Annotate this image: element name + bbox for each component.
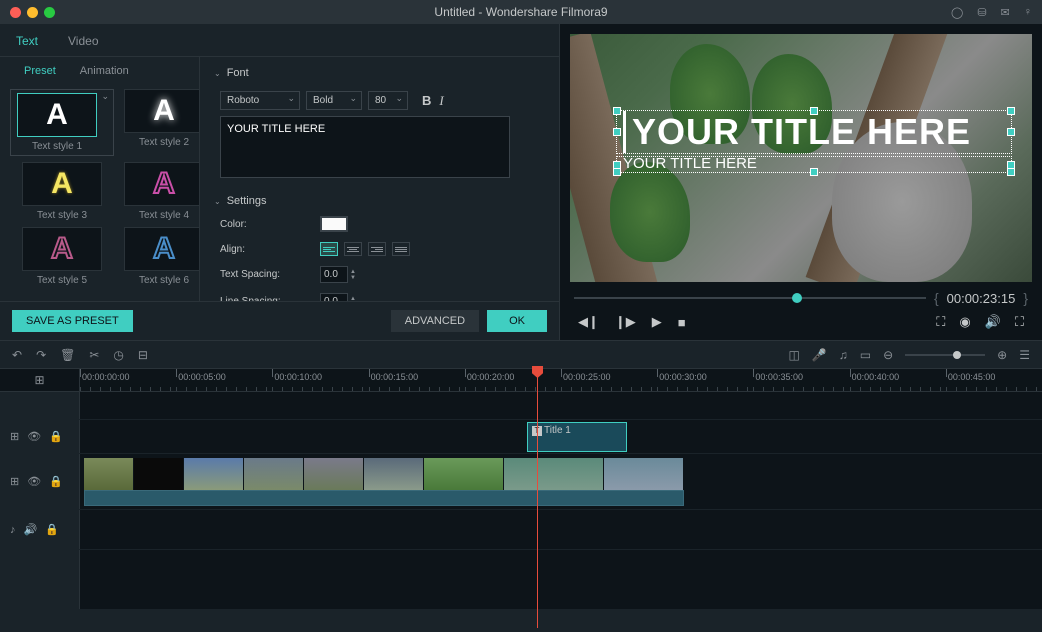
subtab-animation[interactable]: Animation — [80, 65, 129, 77]
speed-button[interactable]: ◷ — [113, 348, 123, 362]
timeline-tracks: ⊞ 👁 🔒 TTitle 1 ⊞ 👁 🔒 ♪ 🔊 🔒 — [0, 392, 1042, 610]
notification-icon[interactable]: ♀ — [1024, 6, 1032, 19]
preset-grid: AText style 1 AText style 2 AText style … — [0, 83, 199, 292]
play-button[interactable]: ▶ — [652, 314, 662, 330]
timeline-toolbar: ↶ ↷ 🗑 ✂ ◷ ⊟ ◫ 🎤 ♫ ▭ ⊖ ⊕ ☰ — [0, 340, 1042, 368]
font-weight-select[interactable]: Bold — [306, 91, 362, 110]
mail-icon[interactable]: ✉ — [1001, 6, 1010, 19]
text-editor-panel: Text Video Preset Animation AText style … — [0, 24, 560, 340]
preview-panel: YOUR TITLE HERE YOUR TITLE HERE { 00:00:… — [560, 24, 1042, 340]
align-right-button[interactable] — [368, 242, 386, 256]
text-spacing-label: Text Spacing: — [220, 269, 310, 280]
line-spacing-label: Line Spacing: — [220, 296, 310, 301]
save-preset-button[interactable]: SAVE AS PRESET — [12, 310, 133, 332]
advanced-button[interactable]: ADVANCED — [391, 310, 479, 332]
mixer-icon[interactable]: ♫ — [839, 348, 848, 362]
font-section-toggle[interactable]: ⌄Font — [214, 63, 545, 83]
maximize-window-icon[interactable] — [44, 7, 55, 18]
track-visibility-icon[interactable]: 👁 — [27, 475, 41, 488]
play-forward-button[interactable]: ❙▶ — [615, 314, 636, 330]
zoom-slider[interactable] — [905, 354, 985, 356]
redo-button[interactable]: ↷ — [36, 348, 46, 362]
align-left-button[interactable] — [320, 242, 338, 256]
subtab-preset[interactable]: Preset — [24, 65, 56, 77]
undo-button[interactable]: ↶ — [12, 348, 22, 362]
chevron-down-icon: ⌄ — [214, 69, 221, 78]
render-icon[interactable]: ▭ — [860, 348, 871, 362]
track-lock-icon[interactable]: 🔒 — [49, 430, 63, 443]
title-clip[interactable]: TTitle 1 — [527, 422, 627, 452]
fullscreen-icon[interactable]: ⛶ — [1015, 314, 1024, 330]
account-icon[interactable]: ◯ — [951, 6, 963, 19]
split-button[interactable]: ✂ — [89, 348, 99, 362]
preview-timecode: 00:00:23:15 — [947, 291, 1016, 306]
screen-icon[interactable]: ⛶ — [936, 314, 945, 330]
stop-button[interactable]: ■ — [678, 315, 686, 330]
align-label: Align: — [220, 244, 310, 255]
title-selection-box[interactable]: YOUR TITLE HERE YOUR TITLE HERE — [616, 110, 1012, 173]
spinner-up-icon[interactable]: ▲ — [350, 296, 356, 302]
preset-item-3[interactable]: AText style 3 — [10, 162, 114, 221]
tab-video[interactable]: Video — [68, 30, 98, 56]
zoom-in-icon[interactable]: ⊕ — [997, 348, 1007, 362]
font-size-select[interactable]: 80 — [368, 91, 408, 110]
preset-item-1[interactable]: AText style 1 — [10, 89, 114, 156]
align-justify-button[interactable] — [392, 242, 410, 256]
align-center-button[interactable] — [344, 242, 362, 256]
spinner-down-icon[interactable]: ▼ — [350, 275, 356, 281]
crop-button[interactable]: ⊟ — [138, 348, 148, 362]
preset-item-4[interactable]: AText style 4 — [124, 162, 199, 221]
window-controls — [10, 7, 55, 18]
cart-icon[interactable]: ⛁ — [977, 6, 986, 19]
text-spacing-input[interactable] — [320, 266, 348, 283]
marker-icon[interactable]: ◫ — [788, 348, 799, 362]
close-window-icon[interactable] — [10, 7, 21, 18]
manage-tracks-icon[interactable]: ⊞ — [34, 373, 44, 387]
titlebar: Untitled - Wondershare Filmora9 ◯ ⛁ ✉ ♀ — [0, 0, 1042, 24]
chevron-down-icon: ⌄ — [214, 197, 221, 206]
menu-icon[interactable]: ☰ — [1019, 348, 1030, 362]
track-lock-icon[interactable]: 🔒 — [45, 523, 59, 536]
font-family-select[interactable]: Roboto — [220, 91, 300, 110]
mic-icon[interactable]: 🎤 — [812, 348, 827, 362]
preview-canvas[interactable]: YOUR TITLE HERE YOUR TITLE HERE — [570, 34, 1032, 282]
track-mute-icon[interactable]: 🔊 — [24, 523, 38, 536]
music-track-icon: ♪ — [10, 524, 16, 536]
playhead[interactable] — [537, 368, 538, 628]
volume-icon[interactable]: 🔊 — [985, 314, 1001, 330]
track-lock-icon[interactable]: 🔒 — [49, 475, 63, 488]
settings-section-toggle[interactable]: ⌄Settings — [214, 191, 545, 211]
color-swatch[interactable] — [320, 216, 348, 232]
line-spacing-input[interactable] — [320, 293, 348, 301]
track-settings-icon[interactable]: ⊞ — [10, 475, 19, 488]
timeline-ruler[interactable]: 00:00:00:00 00:00:05:00 00:00:10:00 00:0… — [80, 369, 1042, 391]
track-visibility-icon[interactable]: 👁 — [27, 430, 41, 443]
title-text-input[interactable] — [220, 116, 510, 178]
snapshot-icon[interactable]: ◉ — [959, 314, 970, 330]
delete-button[interactable]: 🗑 — [60, 348, 75, 362]
minimize-window-icon[interactable] — [27, 7, 38, 18]
preset-item-5[interactable]: AText style 5 — [10, 227, 114, 286]
color-label: Color: — [220, 219, 310, 230]
italic-button[interactable]: I — [439, 93, 443, 109]
track-settings-icon[interactable]: ⊞ — [10, 430, 19, 443]
tab-text[interactable]: Text — [16, 30, 38, 56]
preview-scrubber[interactable] — [574, 297, 926, 299]
preset-item-6[interactable]: AText style 6 — [124, 227, 199, 286]
preview-title-large: YOUR TITLE HERE — [632, 111, 1005, 153]
ok-button[interactable]: OK — [487, 310, 547, 332]
audio-waveform[interactable] — [84, 490, 684, 506]
zoom-out-icon[interactable]: ⊖ — [883, 348, 893, 362]
video-clip[interactable] — [84, 458, 684, 490]
window-title: Untitled - Wondershare Filmora9 — [434, 5, 607, 19]
prev-frame-button[interactable]: ◀❙ — [578, 314, 599, 330]
bold-button[interactable]: B — [422, 93, 431, 109]
preset-item-2[interactable]: AText style 2 — [124, 89, 199, 156]
